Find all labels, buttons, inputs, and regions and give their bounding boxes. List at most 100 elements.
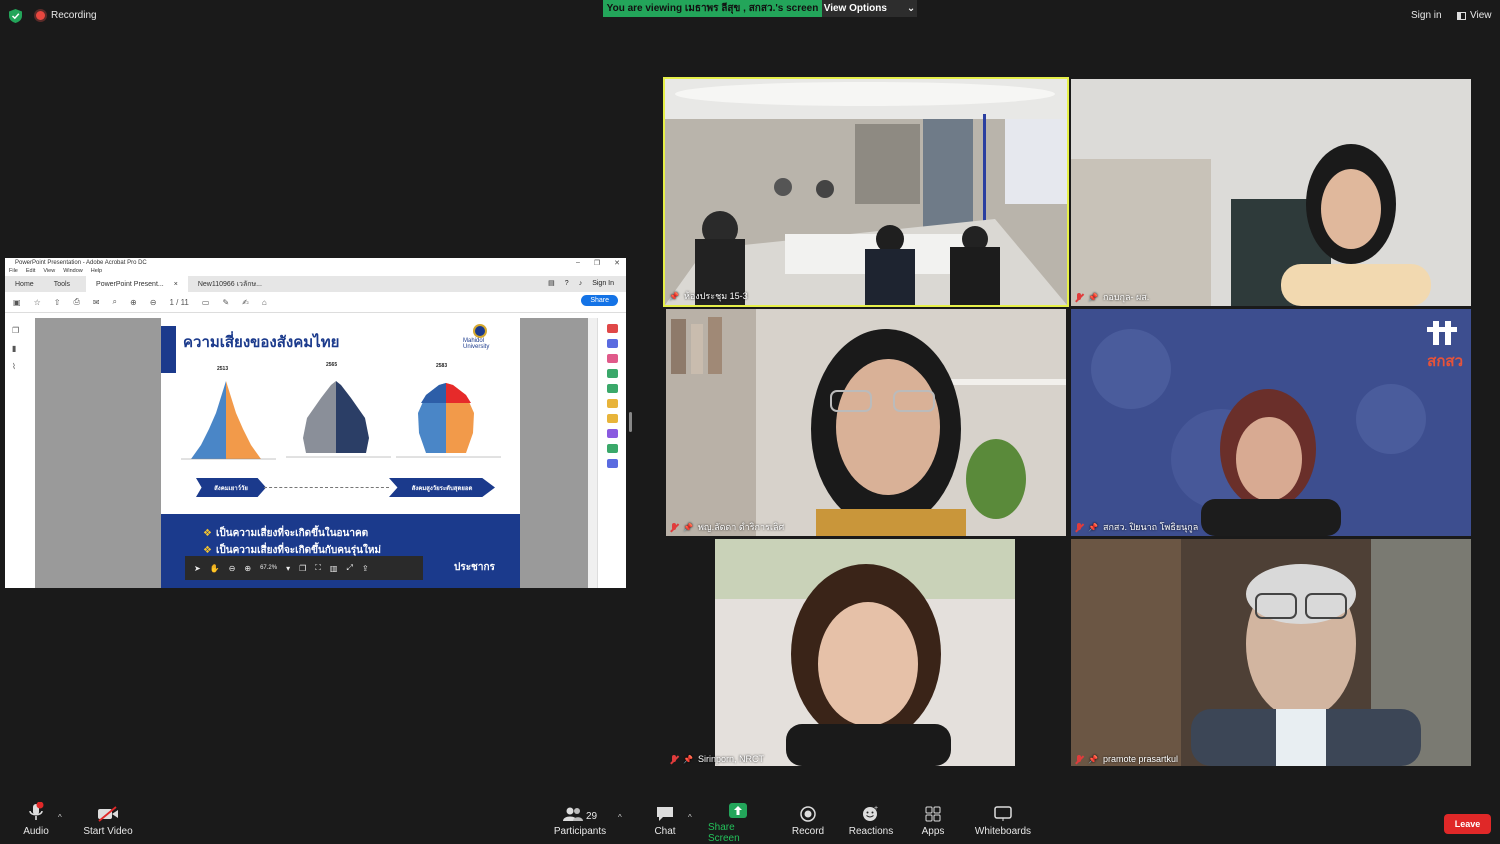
page-up-icon[interactable]: ⊕	[130, 298, 137, 307]
apps-label: Apps	[921, 826, 945, 837]
tab-tools[interactable]: Tools	[44, 276, 80, 292]
mahidol-logo: Mahidol University	[463, 324, 489, 350]
video-tile-participant-6[interactable]: 📌 pramote prasartkul	[1071, 539, 1471, 766]
vertical-scrollbar[interactable]	[588, 318, 597, 588]
hand-tool-icon[interactable]: ✋	[210, 564, 220, 573]
export-pdf-icon[interactable]	[607, 324, 618, 333]
share-upload-icon[interactable]: ⇪	[362, 564, 369, 573]
fit-page-icon[interactable]: ⛶	[315, 563, 321, 573]
page-current[interactable]: 1	[169, 298, 173, 307]
star-icon[interactable]: ☆	[34, 298, 41, 307]
share-screen-button[interactable]: Share Screen	[708, 800, 768, 844]
zoom-out-icon[interactable]: ⊖	[229, 564, 236, 573]
zoom-dropdown-icon[interactable]: ▾	[286, 564, 290, 573]
participant-name-tag: 📌 pramote prasartkul	[1075, 754, 1178, 764]
create-pdf-icon[interactable]	[607, 339, 618, 348]
zoom-in-icon[interactable]: ⊕	[244, 564, 251, 573]
record-button[interactable]: Record	[788, 800, 828, 844]
close-icon[interactable]: ✕	[614, 259, 620, 267]
shared-screen-window[interactable]: PowerPoint Presentation - Adobe Acrobat …	[5, 258, 626, 588]
participant-name-tag: 📌 ห้องประชุม 15-3	[669, 289, 748, 303]
copy-page-icon[interactable]: ❐	[299, 564, 306, 573]
whiteboards-button[interactable]: Whiteboards	[972, 800, 1034, 844]
video-tile-participant-2[interactable]: 📌 กอบกุล- ผส.	[1071, 79, 1471, 306]
view-options-button[interactable]: View Options ⌄	[822, 0, 917, 17]
pen-icon[interactable]: ✎	[222, 298, 229, 307]
acrobat-toolbar: ▣ ☆ ⇧ ⎙ ✉ ⌕ ⊕ ⊖ 1 / 11 ▭ ✎ ✍ ⌂ Share	[5, 292, 626, 313]
stamp-icon[interactable]: ⌂	[262, 298, 267, 307]
fill-sign-icon[interactable]	[607, 429, 618, 438]
print-icon[interactable]: ⎙	[73, 297, 79, 307]
participant-6-video	[1071, 539, 1471, 766]
video-tile-participant-3[interactable]: 📌 พญ.ลัดดา ดำริการเลิศ	[666, 309, 1066, 536]
share-screen-label: Share Screen	[708, 822, 740, 844]
help-icon[interactable]: ?	[565, 280, 569, 287]
participants-caret-icon[interactable]: ^	[618, 813, 622, 822]
reactions-button[interactable]: + Reactions	[848, 800, 894, 844]
page-down-icon[interactable]: ⊖	[150, 298, 157, 307]
bookmark-icon[interactable]: ▮	[12, 344, 22, 354]
audio-caret-icon[interactable]: ^	[58, 813, 62, 822]
select-tool-icon[interactable]: ➤	[194, 564, 201, 573]
combine-files-icon[interactable]	[607, 369, 618, 378]
video-tile-conference-room[interactable]: 📌 ห้องประชุม 15-3	[663, 77, 1069, 307]
acrobat-share-button[interactable]: Share	[581, 295, 618, 306]
video-tile-participant-4[interactable]: สกสว 📌 สกสว. ปิยนาถ โพธิยนุกูล	[1071, 309, 1471, 536]
recording-indicator[interactable]: Recording	[36, 10, 97, 21]
participant-name-tag: 📌 สกสว. ปิยนาถ โพธิยนุกูล	[1075, 520, 1198, 534]
audio-button[interactable]: Audio	[16, 800, 56, 844]
video-tile-participant-5[interactable]: 📌 Sirinporn, NRCT	[666, 539, 1066, 766]
participant-name: Sirinporn, NRCT	[697, 754, 764, 764]
start-video-button[interactable]: Start Video	[82, 800, 134, 844]
comment-tool-icon[interactable]: ▭	[202, 298, 210, 307]
menu-edit[interactable]: Edit	[26, 268, 35, 276]
tab-close-icon[interactable]: ×	[174, 281, 178, 288]
security-shield-icon[interactable]	[9, 9, 22, 23]
participant-name: กอบกุล- ผส.	[1102, 292, 1150, 302]
acrobat-content: ❐ ▮ ⌇ ความเสี่ยงของสังคมไทย Mahidol Univ…	[5, 318, 626, 588]
splitter-handle[interactable]	[629, 412, 632, 432]
menu-window[interactable]: Window	[63, 268, 83, 276]
menu-view[interactable]: View	[43, 268, 55, 276]
chat-caret-icon[interactable]: ^	[688, 813, 692, 822]
save-icon[interactable]: ▣	[13, 298, 21, 307]
sign-in-button[interactable]: Sign in	[1411, 10, 1442, 21]
print-production-icon[interactable]	[607, 444, 618, 453]
arrow-young-society: สังคมเยาว์วัย	[196, 478, 266, 497]
population-pyramids-image	[181, 381, 501, 460]
restore-icon[interactable]: ❐	[594, 259, 600, 267]
pages-icon[interactable]: ❐	[12, 326, 22, 336]
page-number-field[interactable]: 1 / 11	[169, 298, 188, 307]
menu-file[interactable]: File	[9, 268, 18, 276]
upload-icon[interactable]: ⇧	[54, 298, 61, 307]
apps-button[interactable]: Apps	[918, 800, 948, 844]
organize-pages-icon[interactable]	[607, 384, 618, 393]
edit-pdf-icon[interactable]	[607, 354, 618, 363]
minimize-icon[interactable]: –	[576, 259, 580, 267]
leave-button[interactable]: Leave	[1444, 814, 1491, 834]
mail-icon[interactable]: ✉	[93, 298, 100, 307]
attachment-icon[interactable]: ⌇	[12, 362, 22, 372]
tab-second-document[interactable]: New110966 เวลักษ...	[188, 276, 272, 292]
zoom-value[interactable]: 67.2%	[260, 565, 277, 571]
acrobat-sign-in[interactable]: Sign In	[592, 280, 614, 287]
comment-icon[interactable]: ▤	[548, 279, 555, 287]
sign-icon[interactable]: ✍	[242, 298, 249, 307]
zoom-search-icon[interactable]: ⌕	[113, 297, 117, 307]
tab-powerpoint-presentation[interactable]: PowerPoint Present... ×	[86, 276, 188, 292]
chat-button[interactable]: Chat	[650, 800, 680, 844]
fit-width-icon[interactable]: ▥	[330, 564, 338, 573]
menu-help[interactable]: Help	[91, 268, 102, 276]
document-viewport[interactable]: ความเสี่ยงของสังคมไทย Mahidol University…	[35, 318, 588, 588]
participant-name: สกสว. ปิยนาถ โพธิยนุกูล	[1102, 522, 1199, 532]
full-screen-icon[interactable]: ⤢	[346, 563, 352, 573]
tab-home[interactable]: Home	[5, 276, 44, 292]
pin-icon: 📌	[683, 522, 693, 532]
comment-panel-icon[interactable]	[607, 399, 618, 408]
more-tools-icon[interactable]	[607, 459, 618, 468]
mic-muted-icon	[1075, 292, 1083, 302]
view-button[interactable]: View	[1457, 10, 1492, 21]
note-icon[interactable]	[607, 414, 618, 423]
participants-button[interactable]: 29 Participants	[552, 800, 608, 844]
bell-icon[interactable]: ♪	[579, 280, 583, 287]
